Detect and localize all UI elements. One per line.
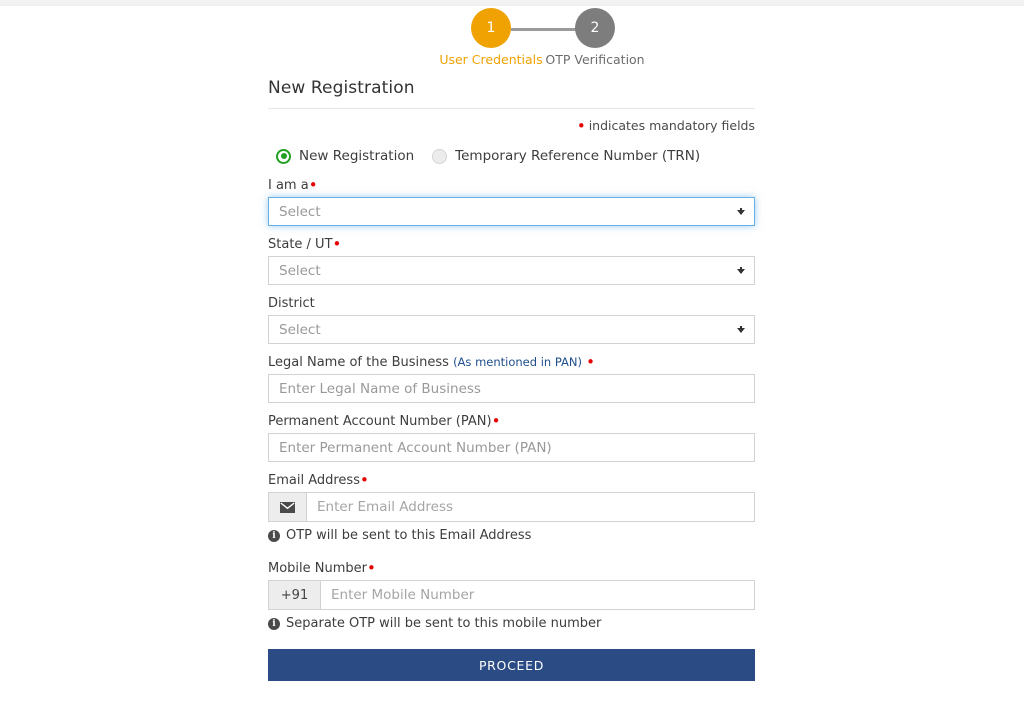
input-pan[interactable]: Enter Permanent Account Number (PAN) [268,433,755,462]
stepper-step-1-number: 1 [471,8,511,48]
required-dot-icon: • [359,471,369,489]
required-dot-icon: • [586,353,595,371]
label-district: District [268,296,315,311]
required-dot-icon: • [491,412,501,430]
input-email-placeholder: Enter Email Address [317,499,454,515]
field-email: Email Address• Enter Email Address i OTP… [268,473,755,543]
proceed-button[interactable]: PROCEED [268,649,755,681]
input-group-mobile: +91 Enter Mobile Number [268,580,755,610]
select-i-am-a-value: Select [279,203,321,220]
label-state-ut: State / UT• [268,235,755,253]
required-dot-icon: • [576,117,586,135]
stepper-step-2-label: OTP Verification [545,52,645,67]
input-legal-name-placeholder: Enter Legal Name of Business [279,380,481,397]
radio-new-registration-label: New Registration [299,148,415,164]
info-icon: i [268,617,280,630]
input-mobile[interactable]: Enter Mobile Number [320,580,755,610]
hint-mobile-otp: i Separate OTP will be sent to this mobi… [268,616,755,631]
label-legal-name: Legal Name of the Business (As mentioned… [268,353,755,371]
hint-email-otp: i OTP will be sent to this Email Address [268,528,755,543]
chevron-down-icon [737,266,745,274]
input-pan-placeholder: Enter Permanent Account Number (PAN) [279,439,552,456]
registration-stepper: 1 User Credentials 2 OTP Verification [0,0,1024,70]
label-i-am-a-text: I am a [268,178,309,193]
select-state-ut[interactable]: Select [268,256,755,285]
required-dot-icon: • [308,176,318,194]
mandatory-fields-note: • indicates mandatory fields [268,117,755,135]
title-divider [268,108,755,109]
hint-email-otp-text: OTP will be sent to this Email Address [286,528,532,543]
field-state-ut: State / UT• Select [268,237,755,285]
label-state-ut-text: State / UT [268,237,333,252]
label-i-am-a: I am a• [268,176,755,194]
label-email: Email Address• [268,471,755,489]
required-dot-icon: • [332,235,342,253]
radio-trn-label: Temporary Reference Number (TRN) [455,148,701,164]
registration-type-radio-group: New Registration Temporary Reference Num… [268,148,755,164]
input-mobile-placeholder: Enter Mobile Number [331,587,475,603]
chevron-down-icon [737,207,745,215]
mandatory-note-text: indicates mandatory fields [588,118,755,133]
stepper-step-2-number: 2 [575,8,615,48]
field-pan: Permanent Account Number (PAN)• Enter Pe… [268,414,755,462]
select-state-ut-value: Select [279,262,321,279]
label-mobile-text: Mobile Number [268,561,367,576]
label-mobile: Mobile Number• [268,559,755,577]
radio-temporary-reference-number[interactable]: Temporary Reference Number (TRN) [432,148,700,164]
stepper-step-user-credentials[interactable]: 1 User Credentials [431,8,551,67]
envelope-icon [268,492,306,522]
page-title: New Registration [268,78,415,98]
new-registration-form: New Registration • indicates mandatory fi… [268,72,755,681]
field-mobile: Mobile Number• +91 Enter Mobile Number i… [268,561,755,631]
select-district[interactable]: Select [268,315,755,344]
label-legal-name-text: Legal Name of the Business [268,355,449,370]
field-i-am-a: I am a• Select [268,178,755,226]
field-district: District Select [268,296,755,344]
stepper-step-otp-verification[interactable]: 2 OTP Verification [535,8,655,67]
label-pan: Permanent Account Number (PAN)• [268,412,755,430]
label-email-text: Email Address [268,473,360,488]
label-pan-text: Permanent Account Number (PAN) [268,414,492,429]
radio-trn-mark[interactable] [432,148,448,164]
field-legal-name: Legal Name of the Business (As mentioned… [268,355,755,403]
country-code-addon: +91 [268,580,320,610]
select-i-am-a[interactable]: Select [268,197,755,226]
radio-new-registration[interactable]: New Registration [276,148,414,164]
required-dot-icon: • [367,559,376,577]
label-legal-name-subtext: (As mentioned in PAN) [453,355,582,369]
radio-new-registration-mark[interactable] [276,148,291,164]
input-group-email: Enter Email Address [268,492,755,522]
chevron-down-icon [737,325,745,333]
input-legal-name[interactable]: Enter Legal Name of Business [268,374,755,403]
info-icon: i [268,529,280,542]
stepper-step-1-label: User Credentials [439,52,543,67]
input-email[interactable]: Enter Email Address [306,492,755,522]
hint-mobile-otp-text: Separate OTP will be sent to this mobile… [286,616,602,631]
select-district-value: Select [279,321,321,338]
